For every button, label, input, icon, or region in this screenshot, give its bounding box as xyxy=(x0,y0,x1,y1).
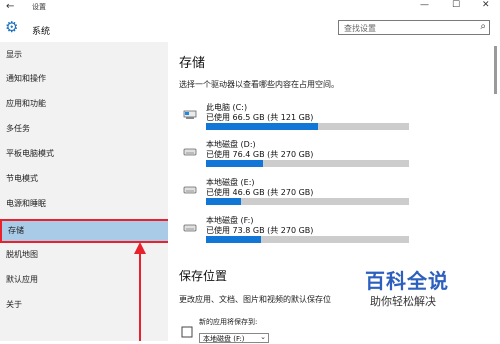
page-description: 选择一个驱动器以查看哪些内容在占用空间。 xyxy=(179,80,339,89)
page-title: 存储 xyxy=(179,56,206,71)
search-input[interactable]: 查找设置 ⌕ xyxy=(338,20,490,35)
drive-usage-bar xyxy=(206,123,409,130)
dropdown-value: 本地磁盘 (F:) xyxy=(203,335,245,343)
maximize-button[interactable]: ☐ xyxy=(452,0,460,10)
drive-usage-fill xyxy=(206,198,241,205)
annotation-arrow xyxy=(134,242,146,341)
disk-drive-icon xyxy=(183,148,197,156)
disk-drive-icon xyxy=(183,224,197,232)
disk-drive-icon xyxy=(183,186,197,194)
new-apps-label: 新的应用将保存到: xyxy=(199,318,258,326)
window-title: 设置 xyxy=(32,3,46,11)
back-arrow-icon[interactable]: ← xyxy=(6,1,14,12)
watermark-sub-text: 助你轻松解决 xyxy=(370,295,436,308)
drive-item-d[interactable]: 本地磁盘 (D:) 已使用 76.4 GB (共 270 GB) xyxy=(179,139,409,175)
chevron-down-icon: ⌄ xyxy=(260,333,266,341)
app-title: 系统 xyxy=(32,27,51,37)
drive-usage: 已使用 66.5 GB (共 121 GB) xyxy=(206,113,314,122)
new-apps-location-dropdown[interactable]: 本地磁盘 (F:) ⌄ xyxy=(199,333,269,343)
save-locations-title: 保存位置 xyxy=(179,269,228,283)
sidebar-item-tablet-mode[interactable]: 平板电脑模式 xyxy=(0,143,168,165)
drive-item-c[interactable]: 此电脑 (C:) 已使用 66.5 GB (共 121 GB) xyxy=(179,102,409,138)
drive-usage-fill xyxy=(206,123,318,130)
sidebar-item-power-sleep[interactable]: 电源和睡眠 xyxy=(0,193,168,215)
sidebar-item-display[interactable]: 显示 xyxy=(0,44,168,66)
sidebar-item-multitasking[interactable]: 多任务 xyxy=(0,118,168,140)
save-locations-description: 更改应用、文档、图片和视频的默认保存位 xyxy=(179,295,331,304)
sidebar-item-notifications[interactable]: 通知和操作 xyxy=(0,68,168,90)
drive-usage: 已使用 76.4 GB (共 270 GB) xyxy=(206,150,314,159)
close-button[interactable]: ✕ xyxy=(482,0,490,10)
search-icon[interactable]: ⌕ xyxy=(480,21,486,32)
watermark: 百科全说 助你轻松解决 xyxy=(335,265,475,315)
watermark-logo-icon xyxy=(335,267,363,295)
title-bar: ← 设置 — ☐ ✕ xyxy=(0,0,500,15)
drive-item-f[interactable]: 本地磁盘 (F:) 已使用 73.8 GB (共 270 GB) xyxy=(179,215,409,251)
scrollbar[interactable] xyxy=(492,42,500,341)
search-placeholder: 查找设置 xyxy=(344,24,376,33)
watermark-main-text: 百科全说 xyxy=(365,269,449,293)
drive-usage: 已使用 73.8 GB (共 270 GB) xyxy=(206,226,314,235)
drive-usage-fill xyxy=(206,236,261,243)
drive-usage-bar xyxy=(206,160,409,167)
sidebar-item-battery-saver[interactable]: 节电模式 xyxy=(0,168,168,190)
drive-usage-fill xyxy=(206,160,263,167)
drive-usage: 已使用 46.6 GB (共 270 GB) xyxy=(206,188,314,197)
scrollbar-thumb[interactable] xyxy=(494,46,497,94)
drive-usage-bar xyxy=(206,236,409,243)
sidebar-item-apps[interactable]: 应用和功能 xyxy=(0,93,168,115)
minimize-button[interactable]: — xyxy=(420,0,429,10)
drive-usage-bar xyxy=(206,198,409,205)
app-icon xyxy=(181,326,193,338)
drive-item-e[interactable]: 本地磁盘 (E:) 已使用 46.6 GB (共 270 GB) xyxy=(179,177,409,213)
gear-icon: ⚙ xyxy=(5,18,19,36)
pc-drive-icon xyxy=(183,110,197,119)
